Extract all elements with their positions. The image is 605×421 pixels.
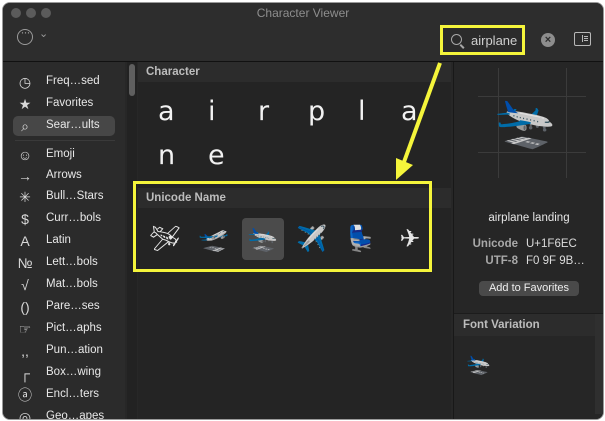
- character-tile[interactable]: r: [258, 96, 269, 127]
- unicode-results-highlight: [133, 181, 432, 272]
- character-tile[interactable]: n: [158, 140, 175, 171]
- sidebar-item-8[interactable]: № Lett…bols: [13, 253, 115, 273]
- sidebar-item-label: Encl…ters: [46, 388, 100, 400]
- sidebar-item-label: Pun…ation: [46, 344, 103, 356]
- parentheses-icon: (): [20, 299, 30, 315]
- detail-scrollbar[interactable]: [595, 314, 603, 414]
- sidebar-item-9[interactable]: √ Mat…bols: [13, 275, 115, 295]
- latin-icon: A: [20, 233, 30, 249]
- character-tile[interactable]: e: [208, 140, 225, 171]
- sidebar-item-label: Box…wing: [46, 366, 101, 378]
- sidebar-item-15[interactable]: ◎ Geo…apes: [13, 407, 115, 420]
- sidebar-item-10[interactable]: () Pare…ses: [13, 297, 115, 317]
- search-icon: ⌕: [21, 118, 29, 134]
- sidebar-item-label: Sear…ults: [46, 119, 100, 131]
- sidebar-item-2[interactable]: ⌕ Sear…ults: [13, 116, 115, 136]
- enclosed-icon: ⓐ: [18, 387, 32, 403]
- utf8-label: UTF-8: [485, 255, 518, 267]
- sidebar-item-12[interactable]: ,, Pun…ation: [13, 341, 115, 361]
- sidebar-item-4[interactable]: → Arrows: [13, 166, 115, 186]
- utf8-value: F0 9F 9B…: [526, 255, 585, 267]
- sidebar-item-label: Pict…aphs: [46, 322, 102, 334]
- clock-icon: ◷: [18, 74, 32, 90]
- sidebar-item-label: Favorites: [46, 97, 94, 109]
- search-field[interactable]: airplane: [440, 25, 525, 55]
- letterlike-icon: №: [17, 255, 33, 271]
- bullets-stars-icon: ✳: [19, 189, 31, 205]
- search-icon: [451, 34, 462, 45]
- character-detail-panel: 🛬 airplane landing Unicode U+1F6EC UTF-8…: [453, 62, 603, 419]
- clear-search-icon[interactable]: ×: [541, 33, 555, 47]
- sidebar-divider: [15, 140, 115, 141]
- character-tile[interactable]: l: [358, 96, 366, 127]
- sidebar-item-1[interactable]: ★ Favorites: [13, 94, 115, 114]
- character-tile[interactable]: i: [208, 96, 216, 127]
- box-drawing-icon: ┌: [20, 365, 30, 381]
- scrollbar-thumb[interactable]: [129, 64, 135, 96]
- window-title: Character Viewer: [256, 6, 350, 20]
- chevron-down-icon[interactable]: ⌄: [39, 27, 48, 40]
- title-bar: Character Viewer ⌄ airplane ×: [3, 3, 603, 62]
- sidebar-item-3[interactable]: ☺ Emoji: [13, 145, 115, 165]
- preview-glyph: 🛬: [494, 93, 557, 151]
- sidebar-item-7[interactable]: A Latin: [13, 231, 115, 251]
- sidebar-item-6[interactable]: $ Curr…bols: [13, 209, 115, 229]
- character-preview: 🛬: [478, 68, 586, 178]
- search-input[interactable]: airplane: [471, 33, 517, 48]
- sidebar-item-label: Freq…sed: [46, 75, 100, 87]
- geometric-shapes-icon: ◎: [18, 409, 32, 420]
- more-options-icon[interactable]: [17, 25, 33, 45]
- sidebar-item-label: Curr…bols: [46, 212, 101, 224]
- unicode-label: Unicode: [472, 238, 518, 250]
- currency-icon: $: [21, 211, 29, 227]
- sidebar-item-label: Bull…Stars: [46, 190, 104, 202]
- sidebar-item-label: Emoji: [46, 148, 75, 160]
- unicode-value: U+1F6EC: [526, 238, 577, 250]
- sidebar-item-label: Arrows: [46, 169, 82, 181]
- character-tile[interactable]: a: [158, 96, 175, 127]
- character-section-header: Character: [138, 62, 451, 82]
- sidebar-item-label: Geo…apes: [46, 410, 105, 420]
- pictographs-icon: ☞: [18, 321, 32, 337]
- sidebar-item-14[interactable]: ⓐ Encl…ters: [13, 385, 115, 405]
- category-sidebar: ◷ Freq…sed ★ Favorites ⌕ Sear…ults ☺ Emoji → Arro…: [3, 62, 125, 419]
- sidebar-item-label: Pare…ses: [46, 300, 100, 312]
- sidebar-item-label: Lett…bols: [46, 256, 98, 268]
- keyboard-viewer-icon[interactable]: [574, 32, 591, 46]
- sidebar-item-label: Mat…bols: [46, 278, 98, 290]
- arrow-icon: →: [18, 168, 32, 184]
- font-variation-item[interactable]: 🛬: [466, 352, 491, 376]
- character-tile[interactable]: p: [308, 96, 325, 127]
- emoji-icon: ☺: [17, 147, 33, 163]
- section-title: Font Variation: [463, 319, 540, 331]
- font-variation-header: Font Variation: [454, 313, 603, 336]
- math-icon: √: [21, 277, 29, 293]
- punctuation-icon: ,,: [21, 343, 29, 359]
- add-to-favorites-button[interactable]: Add to Favorites: [479, 281, 579, 296]
- character-name: airplane landing: [488, 212, 570, 224]
- sidebar-item-13[interactable]: ┌ Box…wing: [13, 363, 115, 383]
- sidebar-item-label: Latin: [46, 234, 71, 246]
- section-title: Character: [146, 66, 200, 78]
- character-tile[interactable]: a: [401, 96, 418, 127]
- sidebar-item-11[interactable]: ☞ Pict…aphs: [13, 319, 115, 339]
- sidebar-item-0[interactable]: ◷ Freq…sed: [13, 72, 115, 92]
- sidebar-item-5[interactable]: ✳ Bull…Stars: [13, 187, 115, 207]
- star-icon: ★: [18, 96, 32, 112]
